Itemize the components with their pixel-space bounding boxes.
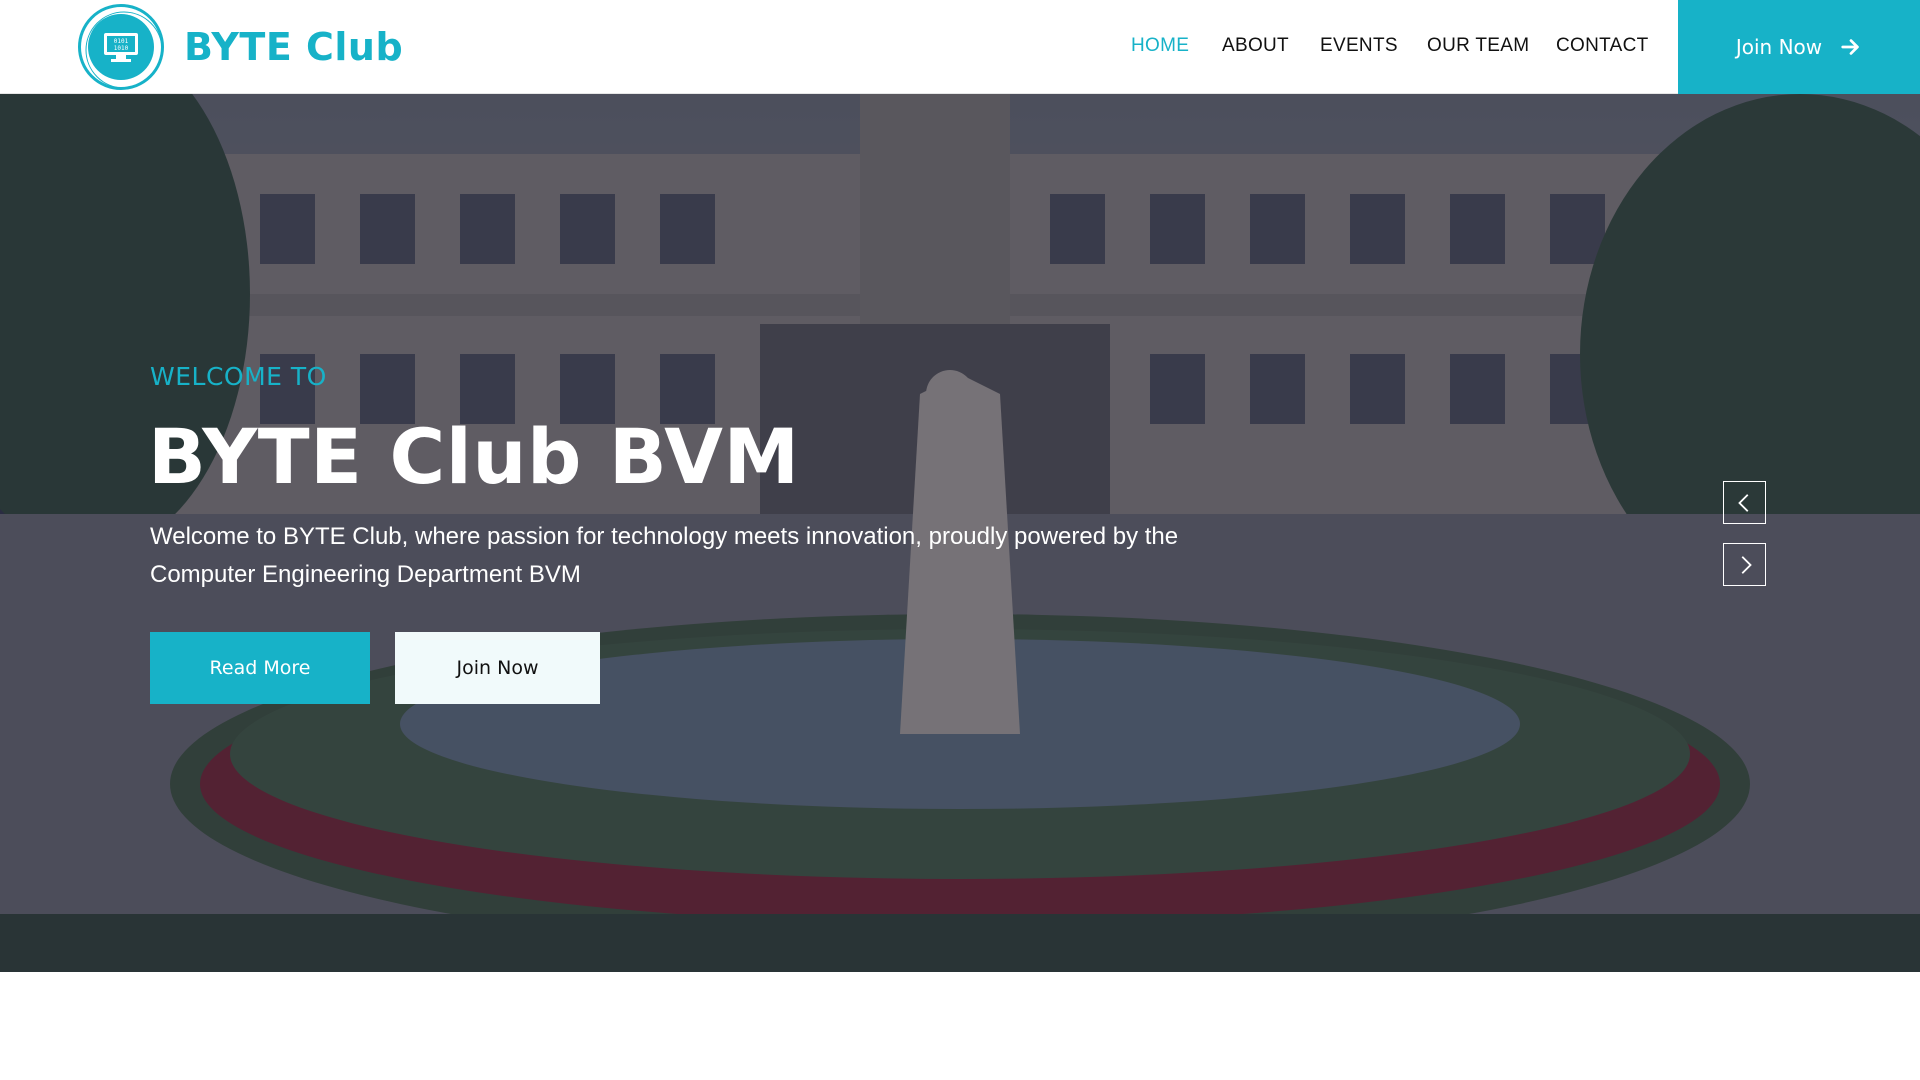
nav-events[interactable]: EVENTS [1320, 35, 1398, 57]
club-logo[interactable]: 0101 1010 [78, 4, 164, 90]
navbar: 0101 1010 BYTE Club HOME ABOUT EVENTS OU… [0, 0, 1920, 94]
read-more-button[interactable]: Read More [150, 632, 370, 704]
brand-name[interactable]: BYTE Club [184, 25, 403, 69]
hero-carousel: WELCOME TO BYTE Club BVM Welcome to BYTE… [0, 94, 1920, 972]
carousel-prev-button[interactable] [1723, 481, 1766, 524]
hero-title: BYTE Club BVM [148, 412, 800, 501]
join-now-hero-button[interactable]: Join Now [395, 632, 600, 704]
join-now-header-label: Join Now [1735, 35, 1823, 59]
hero-eyebrow: WELCOME TO [150, 362, 327, 391]
logo-ring-icon [85, 11, 163, 89]
nav-contact[interactable]: CONTACT [1556, 35, 1649, 57]
arrow-right-icon [1841, 39, 1859, 55]
nav-about[interactable]: ABOUT [1222, 35, 1289, 57]
brand[interactable]: 0101 1010 BYTE Club [78, 4, 403, 90]
chevron-left-icon [1737, 493, 1748, 512]
nav-our-team[interactable]: OUR TEAM [1427, 35, 1529, 57]
nav-home[interactable]: HOME [1131, 35, 1189, 57]
hero-description: Welcome to BYTE Club, where passion for … [150, 523, 1179, 588]
carousel-next-button[interactable] [1723, 543, 1766, 586]
chevron-right-icon [1741, 555, 1752, 574]
join-now-header-button[interactable]: Join Now [1678, 0, 1920, 94]
